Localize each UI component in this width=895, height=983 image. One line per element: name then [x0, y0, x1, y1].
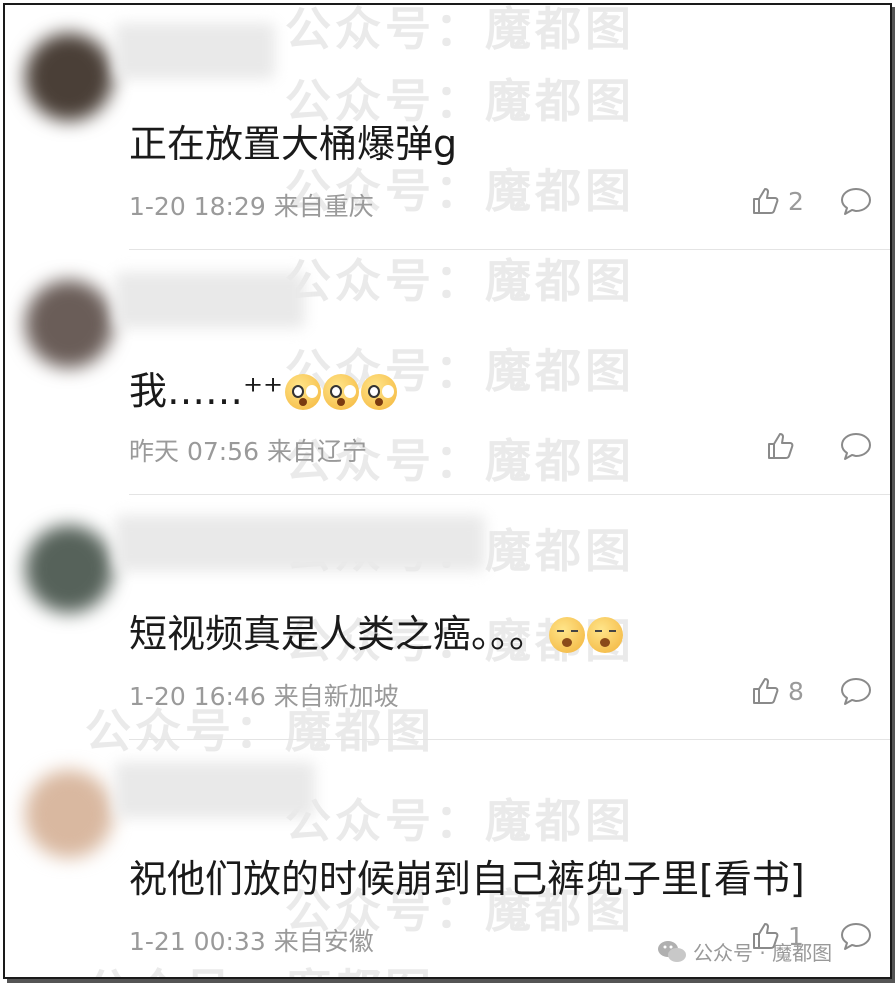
like-button[interactable]: 2 [750, 185, 804, 217]
comment-item: 正在放置大桶爆弹g 1-20 18:29 来自重庆 2 [5, 5, 890, 250]
yawn-emoji [587, 617, 624, 653]
comment-text-content: 短视频真是人类之癌。。。 [129, 612, 548, 656]
comment-meta: 1-20 16:46 来自新加坡 [129, 677, 399, 713]
username-blurred[interactable] [115, 272, 305, 328]
comment-text: 正在放置大桶爆弹g [129, 122, 458, 166]
comment-location: 来自新加坡 [273, 682, 399, 711]
comment-time: 1-21 00:33 [129, 927, 266, 956]
comment-item: 我……⁺⁺ 昨天 07:56 来自辽宁 [5, 250, 890, 495]
comment-bubble-icon [841, 923, 871, 950]
comment-meta: 昨天 07:56 来自辽宁 [129, 432, 367, 468]
avatar[interactable] [25, 280, 113, 368]
avatar[interactable] [25, 770, 113, 858]
thumbs-up-icon [753, 678, 779, 704]
comment-item: 短视频真是人类之癌。。。 1-20 16:46 来自新加坡 8 [5, 495, 890, 740]
comment-location: 来自辽宁 [266, 437, 367, 466]
username-blurred[interactable] [115, 23, 275, 79]
comment-location: 来自安徽 [273, 927, 374, 956]
comment-time: 1-20 18:29 [129, 192, 266, 221]
like-count: 8 [788, 676, 804, 706]
comment-bubble-icon [841, 188, 871, 215]
comment-location: 来自重庆 [273, 192, 374, 221]
thumbs-up-icon [753, 188, 779, 214]
comment-text: 短视频真是人类之癌。。。 [129, 603, 624, 658]
yawn-emoji [549, 617, 586, 653]
source-label: 公众号 · 魔都图 [693, 941, 833, 965]
reply-button[interactable] [839, 675, 873, 711]
source-watermark: 公众号 · 魔都图 [657, 937, 832, 966]
thumbs-up-icon [768, 433, 794, 459]
reply-button[interactable] [839, 920, 873, 956]
comment-meta: 1-20 18:29 来自重庆 [129, 187, 374, 223]
comment-time: 1-20 16:46 [129, 682, 266, 711]
like-button[interactable]: 8 [750, 675, 804, 707]
comment-time: 昨天 07:56 [129, 437, 259, 466]
like-count: 2 [788, 186, 804, 216]
comment-meta: 1-21 00:33 来自安徽 [129, 922, 374, 958]
shock-emoji [361, 374, 398, 410]
username-blurred[interactable] [115, 515, 485, 571]
avatar[interactable] [25, 33, 113, 121]
wechat-icon [658, 940, 686, 962]
reply-button[interactable] [839, 430, 873, 466]
shock-emoji [285, 374, 322, 410]
comment-text: 祝他们放的时候崩到自己裤兜子里[看书] [129, 857, 805, 901]
comment-text-content: 我……⁺⁺ [129, 369, 284, 413]
shock-emoji [323, 374, 360, 410]
comment-panel: 公众号：魔都图 公众号：魔都图 公众号：魔都图 公众号：魔都图 公众号：魔都图 … [3, 3, 892, 979]
reply-button[interactable] [839, 185, 873, 221]
like-button[interactable] [765, 430, 803, 462]
comment-bubble-icon [841, 433, 871, 460]
avatar[interactable] [25, 525, 113, 613]
comment-text: 我……⁺⁺ [129, 360, 398, 415]
comment-bubble-icon [841, 678, 871, 705]
username-blurred[interactable] [115, 762, 315, 818]
